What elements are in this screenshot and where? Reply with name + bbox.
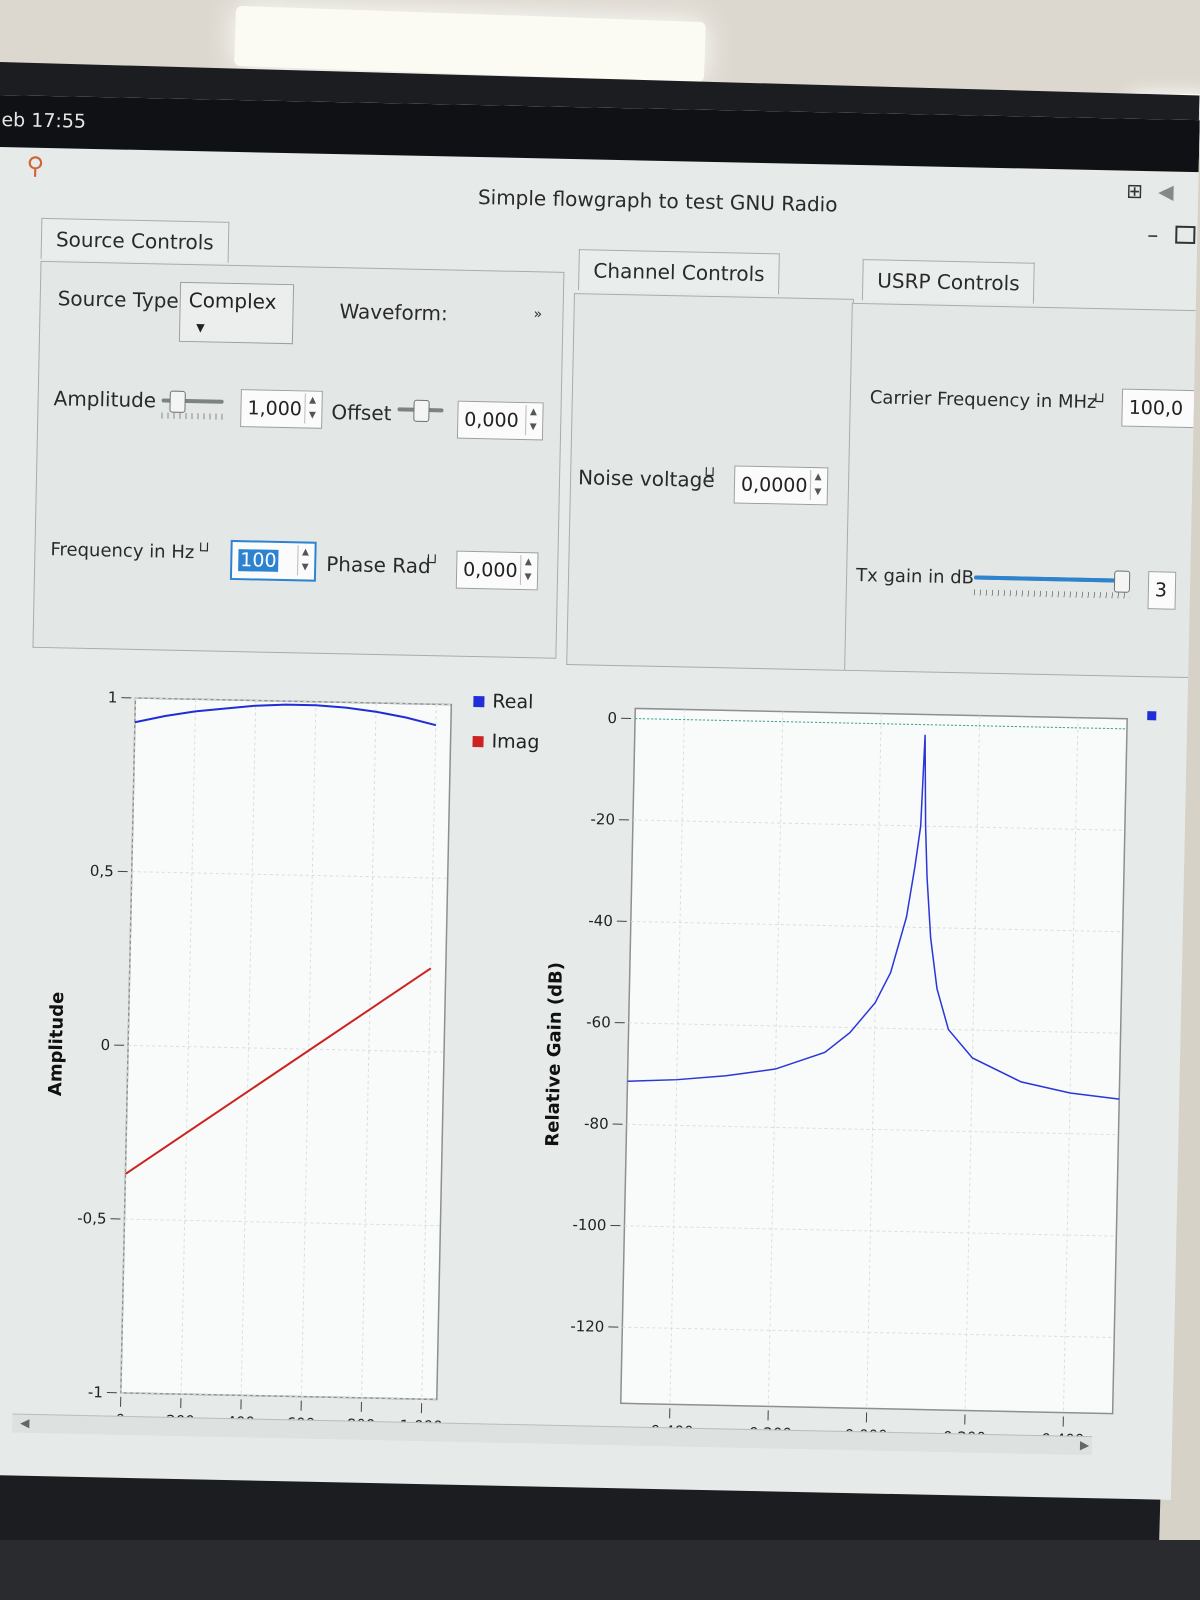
y-tick-label: -40 [588,912,613,931]
spin-arrows-icon[interactable]: ▲ ▼ [297,545,313,576]
tx-gain-label: Tx gain in dB [855,565,975,589]
tx-gain-spinbox[interactable]: 3 [1147,571,1177,610]
legend-swatch-freq [1147,711,1157,721]
maximize-button[interactable] [1175,225,1196,245]
y-tick-label: 0,5 [90,862,114,880]
legend-label-real: Real [492,690,534,714]
spin-arrows-icon[interactable]: ▲ ▼ [519,555,536,586]
tab-usrp-controls[interactable]: USRP Controls [861,259,1036,304]
screen: eb 17:55 ⚲ ⊞ ◀ Simple flowgraph to test … [0,95,1200,1500]
y-tick-label: 0 [607,709,617,727]
y-tick-label: -0,5 [77,1209,107,1228]
frequency-slider-handle-icon[interactable]: ⊔ [198,539,209,555]
carrier-slider-handle-icon[interactable]: ⊔ [1094,390,1105,406]
time-plot-legend: Real Imag [472,690,540,753]
carrier-frequency-spinbox[interactable]: 100,0 [1121,388,1200,429]
offset-label: Offset [331,400,392,426]
phase-slider-handle-icon[interactable]: ⊔ [426,551,437,567]
source-type-select[interactable]: Complex ▼ [178,281,295,345]
frequency-label: Frequency in Hz [50,539,195,564]
offset-value: 0,000 [464,408,519,432]
network-icon[interactable]: ⊞ [1126,179,1143,203]
time-domain-plot[interactable]: 02004006008001.00010,50-0,5-1Time (us)Am… [24,656,560,1427]
spin-arrows-icon[interactable]: ▲ ▼ [304,393,320,424]
chevron-down-icon: ▼ [196,321,205,335]
y-tick-label: -80 [584,1114,609,1133]
legend-swatch-real [473,696,485,708]
tab-source-controls[interactable]: Source Controls [40,217,230,263]
plot-canvas [619,707,1128,1415]
y-tick-label: -100 [572,1216,606,1235]
frequency-domain-plot[interactable]: -0.400-0.2000.0000.2000.4000-20-40-60-80… [532,667,1188,1450]
frequency-spinbox[interactable]: 100 ▲ ▼ [229,539,317,582]
scroll-left-arrow-icon[interactable]: ◀ [20,1416,30,1430]
amplitude-value: 1,000 [247,397,303,421]
tab-overflow-chevron[interactable]: » [533,306,542,322]
spin-arrows-icon[interactable]: ▲ ▼ [524,405,541,436]
gnuradio-app-icon: ⚲ [26,151,45,180]
spin-arrows-icon[interactable]: ▲ ▼ [809,470,826,501]
tx-gain-slider[interactable] [973,568,1131,599]
monitor-stand [0,1540,1200,1600]
y-tick-label: -20 [590,810,615,829]
amplitude-spinbox[interactable]: 1,000 ▲ ▼ [240,389,323,429]
window-title: Simple flowgraph to test GNU Radio [477,185,838,217]
usrp-controls-panel [844,302,1200,679]
legend-item-imag[interactable]: Imag [472,730,540,754]
phase-value: 0,000 [462,558,518,582]
source-type-value: Complex [188,288,277,314]
noise-slider-handle-icon[interactable]: ⊔ [704,464,715,480]
clock: eb 17:55 [1,109,87,133]
phase-spinbox[interactable]: 0,000 ▲ ▼ [455,550,539,591]
y-axis-title: Amplitude [45,991,68,1096]
y-tick-label: -120 [570,1317,604,1336]
carrier-frequency-value: 100,0 [1128,396,1184,420]
frequency-value: 100 [238,549,279,572]
tab-channel-controls[interactable]: Channel Controls [578,249,781,295]
tx-gain-value: 3 [1154,579,1168,602]
offset-spinbox[interactable]: 0,000 ▲ ▼ [456,400,544,441]
offset-slider[interactable] [397,399,444,423]
amplitude-label: Amplitude [53,386,157,413]
waveform-label: Waveform: [339,299,449,326]
legend-label-imag: Imag [491,730,540,754]
source-controls-panel [32,260,565,659]
legend-item-real[interactable]: Real [473,690,540,713]
scroll-right-arrow-icon[interactable]: ▶ [1080,1438,1090,1452]
legend-swatch-imag [472,736,484,748]
phase-label: Phase Rad [325,551,431,579]
y-axis-title: Relative Gain (dB) [542,962,567,1147]
volume-icon[interactable]: ◀ [1158,179,1174,203]
y-tick-label: -1 [88,1383,103,1401]
amplitude-slider[interactable] [161,390,224,420]
noise-voltage-spinbox[interactable]: 0,0000 ▲ ▼ [733,465,829,506]
minimize-button[interactable]: – [1147,223,1159,248]
noise-voltage-value: 0,0000 [740,473,808,497]
source-type-label: Source Type: [57,286,186,313]
y-tick-label: 1 [108,688,118,706]
y-tick-label: 0 [100,1036,110,1054]
noise-voltage-label: Noise voltage [577,465,715,493]
y-tick-label: -60 [586,1013,611,1032]
